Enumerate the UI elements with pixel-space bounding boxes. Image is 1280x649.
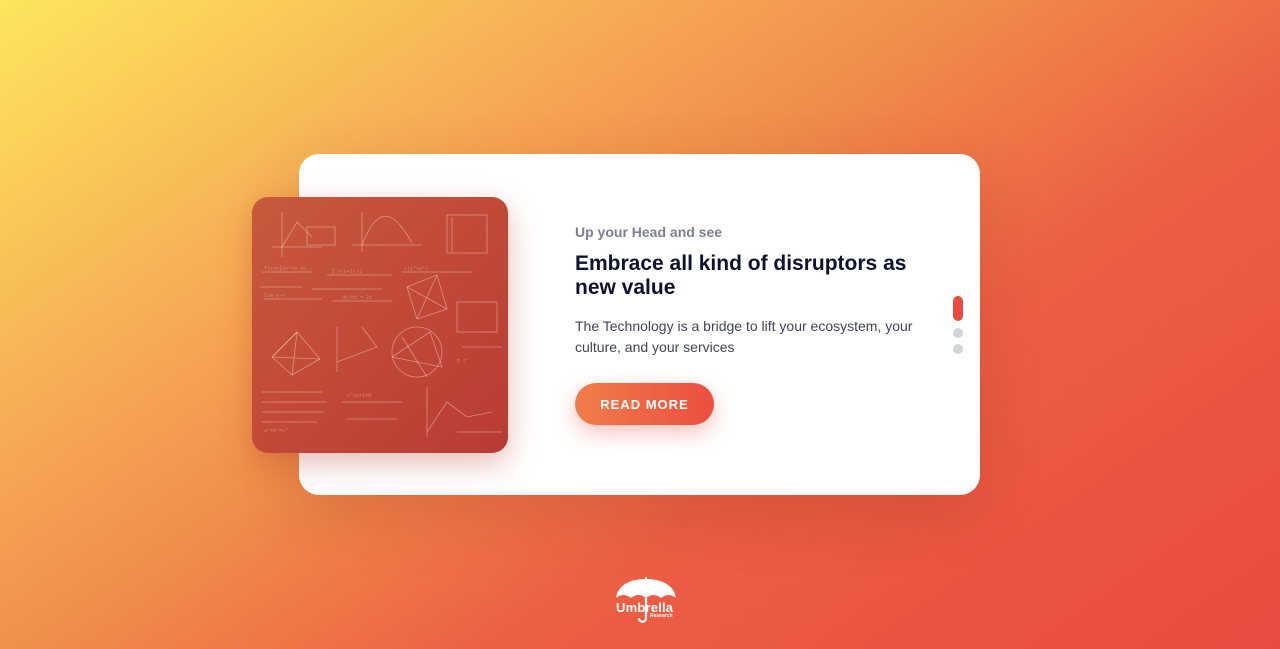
brand-logo[interactable]: Umbrella Research bbox=[612, 576, 680, 626]
slide-eyebrow: Up your Head and see bbox=[575, 224, 723, 240]
svg-text:a²+b²=c²: a²+b²=c² bbox=[264, 428, 288, 434]
slide-description: The Technology is a bridge to lift your … bbox=[575, 318, 913, 355]
slider-pagination bbox=[953, 296, 963, 360]
slide-headline: Embrace all kind of disruptors as new va… bbox=[575, 252, 907, 299]
pagination-dot-2[interactable] bbox=[953, 328, 963, 338]
svg-text:dy/dx = 2x: dy/dx = 2x bbox=[342, 295, 372, 301]
brand-tagline: Research bbox=[650, 613, 673, 619]
svg-text:lim x→∞: lim x→∞ bbox=[264, 293, 285, 299]
pagination-dot-3[interactable] bbox=[953, 344, 963, 354]
svg-text:Σ n(n+1)/2: Σ n(n+1)/2 bbox=[332, 269, 362, 275]
svg-text:π r²: π r² bbox=[457, 358, 469, 364]
svg-text:√(x²+y²): √(x²+y²) bbox=[404, 266, 428, 272]
pagination-dot-1[interactable] bbox=[953, 296, 963, 321]
svg-text:e^iπ+1=0: e^iπ+1=0 bbox=[347, 393, 371, 399]
svg-text:f(x)=∫ax²+b dx: f(x)=∫ax²+b dx bbox=[264, 265, 306, 272]
math-formulas-illustration: f(x)=∫ax²+b dx Σ n(n+1)/2 √(x²+y²) lim x… bbox=[260, 212, 502, 437]
slide-content: Up your Head and see Embrace all kind of… bbox=[575, 222, 945, 358]
read-more-button[interactable]: READ MORE bbox=[575, 383, 714, 425]
math-formulas-image: f(x)=∫ax²+b dx Σ n(n+1)/2 √(x²+y²) lim x… bbox=[252, 197, 508, 453]
